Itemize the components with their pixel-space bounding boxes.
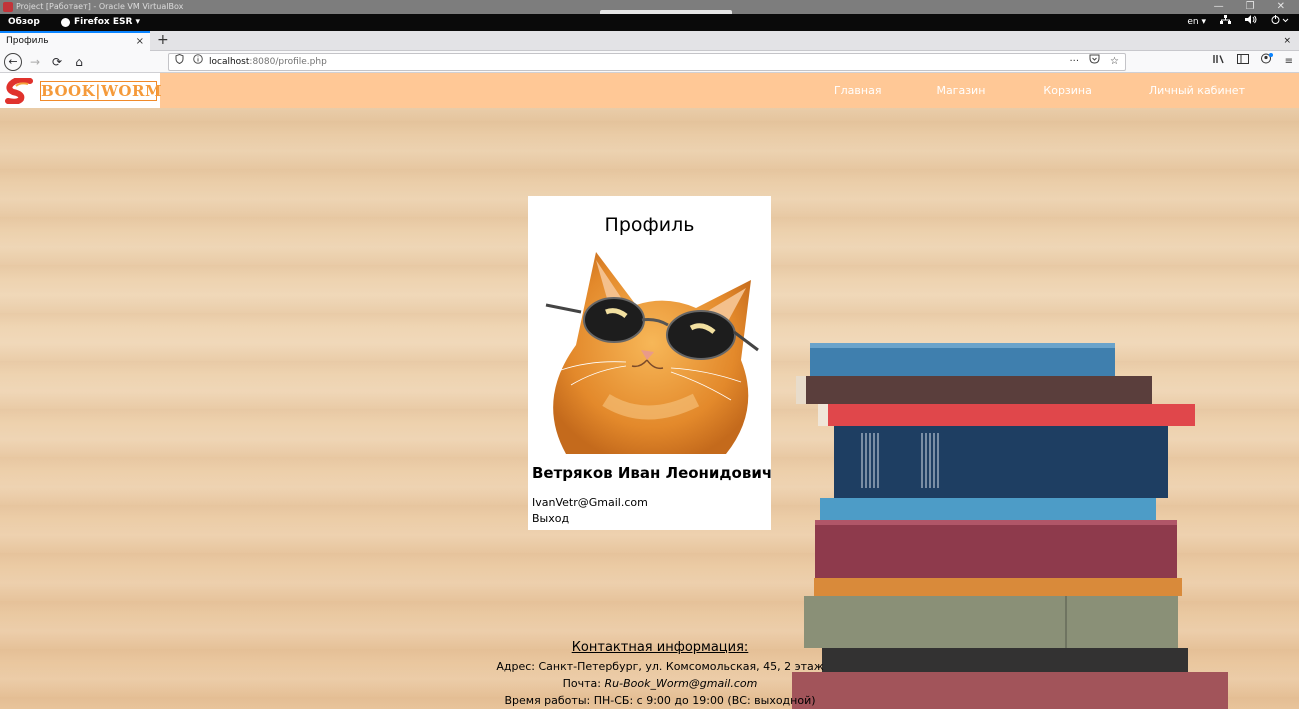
mail-value[interactable]: Ru-Book_Worm@gmail.com bbox=[605, 677, 758, 690]
profile-full-name: Ветряков Иван Леонидович bbox=[532, 464, 773, 482]
url-text: localhost:8080/profile.php bbox=[209, 54, 327, 70]
power-icon[interactable] bbox=[1271, 14, 1289, 31]
bookmark-star-icon[interactable]: ☆ bbox=[1110, 54, 1119, 70]
web-page: BOOK|WORM Главная Магазин Корзина Личный… bbox=[0, 73, 1299, 709]
contact-mail: Почта: Ru-Book_Worm@gmail.com bbox=[420, 675, 900, 692]
system-tray: en ▾ bbox=[1187, 14, 1289, 31]
contact-title: Контактная информация: bbox=[571, 640, 749, 655]
mail-label: Почта: bbox=[562, 677, 601, 690]
menu-item-cart[interactable]: Корзина bbox=[1043, 73, 1091, 108]
tab-title: Профиль bbox=[6, 36, 49, 46]
url-path: :8080/profile.php bbox=[249, 57, 327, 67]
firefox-icon bbox=[61, 18, 70, 27]
forward-arrow-icon[interactable]: → bbox=[26, 53, 44, 71]
page-actions-icon[interactable]: ··· bbox=[1069, 54, 1079, 70]
profile-title: Профиль bbox=[604, 214, 695, 236]
url-bar[interactable]: localhost:8080/profile.php ··· ☆ bbox=[168, 53, 1126, 71]
contact-hours: Время работы: ПН-СБ: с 9:00 до 19:00 (ВС… bbox=[420, 692, 900, 709]
close-window-icon[interactable]: ✕ bbox=[1277, 0, 1285, 14]
restore-icon[interactable]: ❐ bbox=[1246, 0, 1255, 14]
address-value: Санкт-Петербург, ул. Комсомольская, 45, … bbox=[538, 660, 824, 673]
tab-close-icon[interactable]: × bbox=[136, 33, 144, 50]
navigation-bar: ← → ⟳ ⌂ localhost:8080/profile.php ··· ☆… bbox=[0, 51, 1299, 73]
profile-email: IvanVetr@Gmail.com bbox=[532, 496, 648, 509]
sidebar-icon[interactable] bbox=[1236, 53, 1249, 71]
profile-card: Профиль Ветряков Иван Леонидович IvanVet… bbox=[528, 196, 773, 530]
vbox-window-title: Project [Работает] - Oracle VM VirtualBo… bbox=[16, 2, 184, 11]
url-actions: ··· ☆ bbox=[1069, 54, 1119, 70]
contact-info: Контактная информация: Адрес: Санкт-Пете… bbox=[420, 638, 900, 709]
volume-icon[interactable] bbox=[1245, 14, 1257, 31]
new-tab-button[interactable]: + bbox=[157, 31, 169, 49]
hours-value: ПН-СБ: с 9:00 до 19:00 (ВС: выходной) bbox=[593, 694, 816, 707]
minimize-icon[interactable]: — bbox=[1214, 0, 1224, 14]
logo-wordmark: BOOK|WORM bbox=[40, 81, 163, 101]
logout-link[interactable]: Выход bbox=[532, 512, 569, 525]
address-label: Адрес: bbox=[496, 660, 535, 673]
menu-item-account[interactable]: Личный кабинет bbox=[1149, 73, 1245, 108]
reload-icon[interactable]: ⟳ bbox=[48, 53, 66, 71]
menu-item-home[interactable]: Главная bbox=[834, 73, 882, 108]
window-controls: — ❐ ✕ bbox=[1214, 0, 1285, 14]
tab-strip: Профиль × + × bbox=[0, 31, 1299, 51]
toolbar-right: ≡ bbox=[1212, 53, 1293, 71]
contact-address: Адрес: Санкт-Петербург, ул. Комсомольска… bbox=[420, 658, 900, 675]
home-icon[interactable]: ⌂ bbox=[70, 53, 88, 71]
bookworm-logo-icon bbox=[5, 78, 33, 104]
main-menu: Главная Магазин Корзина Личный кабинет bbox=[834, 73, 1299, 108]
network-icon[interactable] bbox=[1220, 14, 1231, 31]
avatar-cat-with-sunglasses bbox=[545, 252, 759, 454]
activities-button[interactable]: Обзор bbox=[8, 14, 40, 31]
app-menu-firefox[interactable]: Firefox ESR ▾ bbox=[61, 14, 140, 31]
hamburger-menu-icon[interactable]: ≡ bbox=[1285, 53, 1293, 71]
hours-label: Время работы: bbox=[504, 694, 591, 707]
vbox-title-bar: Project [Работает] - Oracle VM VirtualBo… bbox=[0, 0, 1299, 14]
back-arrow-icon[interactable]: ← bbox=[4, 53, 22, 71]
browser-close-icon[interactable]: × bbox=[1283, 31, 1291, 51]
tab-profile[interactable]: Профиль × bbox=[0, 31, 150, 51]
menu-item-shop[interactable]: Магазин bbox=[936, 73, 985, 108]
library-icon[interactable] bbox=[1212, 53, 1225, 71]
virtualbox-icon bbox=[3, 2, 13, 12]
pocket-icon[interactable] bbox=[1089, 54, 1100, 70]
app-menu-label: Firefox ESR ▾ bbox=[74, 17, 141, 27]
site-info-icon[interactable] bbox=[193, 54, 203, 70]
tracking-shield-icon[interactable] bbox=[175, 53, 184, 70]
account-icon[interactable] bbox=[1260, 53, 1273, 71]
language-switcher[interactable]: en ▾ bbox=[1187, 14, 1206, 31]
url-host: localhost bbox=[209, 57, 250, 67]
gnome-top-bar: Обзор Firefox ESR ▾ en ▾ bbox=[0, 14, 1299, 31]
site-logo[interactable]: BOOK|WORM bbox=[0, 73, 163, 108]
site-header: BOOK|WORM Главная Магазин Корзина Личный… bbox=[0, 73, 1299, 108]
